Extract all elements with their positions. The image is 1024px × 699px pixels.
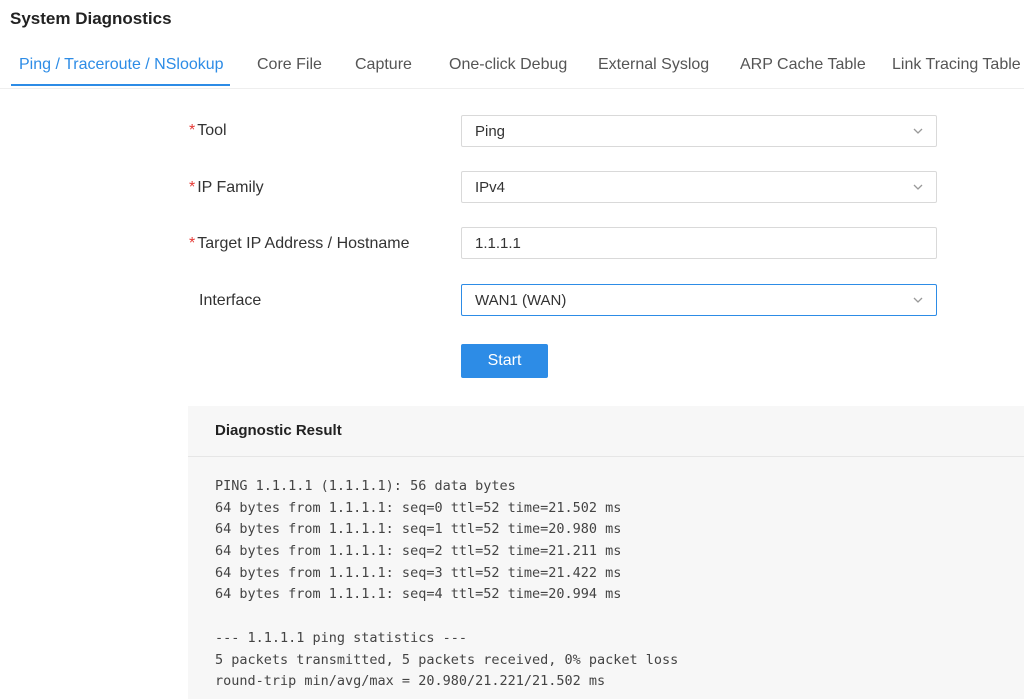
chevron-down-icon	[913, 184, 923, 190]
result-line: 64 bytes from 1.1.1.1: seq=0 ttl=52 time…	[215, 499, 622, 516]
ip-family-select[interactable]: IPv4	[461, 171, 937, 203]
result-header: Diagnostic Result	[188, 406, 1024, 457]
result-line: 64 bytes from 1.1.1.1: seq=4 ttl=52 time…	[215, 586, 622, 603]
target-label: * Target IP Address / Hostname	[189, 235, 410, 253]
result-line: --- 1.1.1.1 ping statistics ---	[215, 629, 467, 646]
chevron-down-icon	[913, 128, 923, 134]
required-mark: *	[189, 179, 196, 196]
interface-select-value: WAN1 (WAN)	[475, 292, 567, 309]
interface-select[interactable]: WAN1 (WAN)	[461, 284, 937, 316]
required-mark: *	[189, 235, 196, 252]
target-input-wrapper[interactable]	[461, 227, 937, 259]
target-label-text: Target IP Address / Hostname	[197, 235, 410, 252]
target-input[interactable]	[462, 228, 936, 258]
tool-label-text: Tool	[197, 122, 227, 139]
start-button[interactable]: Start	[461, 344, 548, 378]
result-title: Diagnostic Result	[215, 422, 342, 439]
tab-arp-cache-table[interactable]: ARP Cache Table	[740, 56, 866, 74]
result-output: PING 1.1.1.1 (1.1.1.1): 56 data bytes 64…	[215, 476, 678, 693]
result-line	[215, 606, 678, 628]
tab-core-file[interactable]: Core File	[257, 56, 322, 74]
chevron-down-icon	[913, 297, 923, 303]
result-line: 64 bytes from 1.1.1.1: seq=2 ttl=52 time…	[215, 543, 622, 560]
required-mark: *	[189, 122, 196, 139]
interface-label: Interface	[199, 292, 262, 309]
tab-capture[interactable]: Capture	[355, 56, 412, 74]
tab-external-syslog[interactable]: External Syslog	[598, 56, 709, 74]
tab-ping-traceroute-nslookup[interactable]: Ping / Traceroute / NSlookup	[19, 56, 224, 74]
active-tab-indicator	[11, 84, 230, 86]
diagnostic-result-panel: Diagnostic Result PING 1.1.1.1 (1.1.1.1)…	[188, 406, 1024, 699]
page-title: System Diagnostics	[10, 9, 172, 28]
tool-select[interactable]: Ping	[461, 115, 937, 147]
result-line: PING 1.1.1.1 (1.1.1.1): 56 data bytes	[215, 478, 516, 494]
ip-family-label: * IP Family	[189, 179, 264, 197]
tool-label: * Tool	[189, 122, 227, 140]
ip-family-label-text: IP Family	[197, 179, 264, 196]
result-line: 64 bytes from 1.1.1.1: seq=1 ttl=52 time…	[215, 521, 622, 538]
tab-link-tracing-table[interactable]: Link Tracing Table	[892, 56, 1021, 74]
result-line: 5 packets transmitted, 5 packets receive…	[215, 651, 679, 668]
result-line: 64 bytes from 1.1.1.1: seq=3 ttl=52 time…	[215, 564, 622, 581]
ip-family-select-value: IPv4	[475, 179, 506, 196]
tab-bar: Ping / Traceroute / NSlookup Core File C…	[0, 50, 1024, 89]
tab-one-click-debug[interactable]: One-click Debug	[449, 56, 567, 74]
tool-select-value: Ping	[475, 123, 506, 140]
result-line: round-trip min/avg/max = 20.980/21.221/2…	[215, 673, 606, 690]
